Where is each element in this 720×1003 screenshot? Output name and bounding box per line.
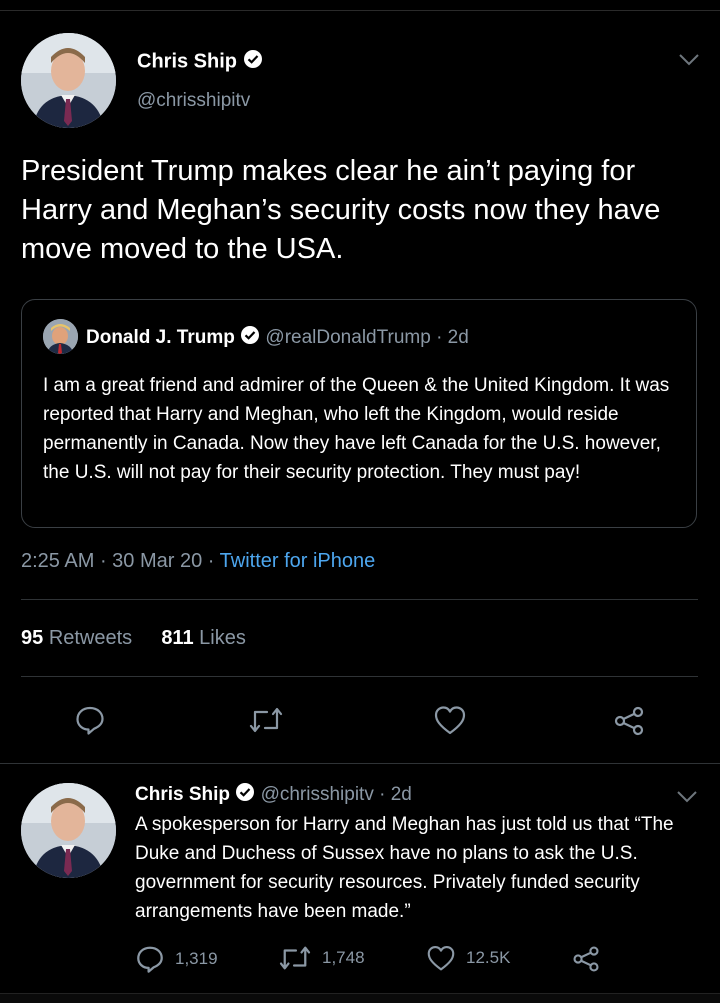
tweet-time: 2:25 AM xyxy=(21,550,95,572)
verified-badge-icon xyxy=(240,325,260,351)
reply-icon[interactable] xyxy=(74,704,106,741)
reply-icon xyxy=(137,946,163,973)
heart-icon xyxy=(427,946,455,971)
tweet-source-link[interactable]: Twitter for iPhone xyxy=(220,550,376,572)
author-name-text: Chris Ship xyxy=(137,50,238,73)
reply-retweets-count: 1,748 xyxy=(322,948,365,967)
author-avatar[interactable] xyxy=(21,33,116,128)
retweets-count: 95 xyxy=(21,627,44,649)
likes-stat[interactable]: 811 Likes xyxy=(161,627,246,649)
retweet-icon xyxy=(279,946,311,970)
reply-age: · 2d xyxy=(379,784,412,806)
likes-label: Likes xyxy=(199,627,246,649)
chevron-down-icon[interactable] xyxy=(676,790,698,809)
heart-icon[interactable] xyxy=(433,704,467,741)
likes-count: 811 xyxy=(161,627,194,649)
chevron-down-icon[interactable] xyxy=(678,53,700,72)
quoted-author-name: Donald J. Trump @realDonaldTrump · 2d xyxy=(86,325,469,351)
tweet-meta: 2:25 AM · 30 Mar 20 · Twitter for iPhone xyxy=(21,550,375,573)
quoted-author-avatar xyxy=(43,319,78,354)
reply-share-action[interactable] xyxy=(571,944,601,974)
tweet-text: President Trump makes clear he ain’t pay… xyxy=(21,155,661,265)
tweet-stats: 95 Retweets 811 Likes xyxy=(21,627,246,650)
quoted-author-name-text: Donald J. Trump xyxy=(86,327,235,349)
author-name[interactable]: Chris Ship xyxy=(137,49,263,75)
reply-replies-count: 1,319 xyxy=(175,949,218,968)
retweets-label: Retweets xyxy=(48,627,133,649)
reply-author-name[interactable]: Chris Ship xyxy=(135,784,230,805)
reply-likes-count: 12.5K xyxy=(466,948,511,967)
reply-author-avatar[interactable] xyxy=(21,783,116,878)
reply-header: Chris Ship @chrisshipitv · 2d xyxy=(135,782,412,808)
retweet-icon[interactable] xyxy=(248,705,284,740)
verified-badge-icon xyxy=(243,49,263,75)
author-handle[interactable]: @chrisshipitv xyxy=(137,90,250,112)
reply-author-handle[interactable]: @chrisshipitv xyxy=(261,784,374,805)
top-divider xyxy=(0,10,720,11)
quoted-tweet-age: · 2d xyxy=(436,327,469,349)
reply-text: A spokesperson for Harry and Meghan has … xyxy=(135,814,674,922)
tweet-date: · 30 Mar 20 · xyxy=(99,550,215,572)
share-icon[interactable] xyxy=(612,704,646,743)
reply-retweets-action[interactable]: 1,748 xyxy=(278,944,365,972)
retweets-stat[interactable]: 95 Retweets xyxy=(21,627,132,649)
share-icon xyxy=(573,946,599,972)
divider xyxy=(21,676,698,677)
verified-badge-icon xyxy=(235,782,255,808)
reply-replies-action[interactable]: 1,319 xyxy=(135,944,218,974)
divider xyxy=(21,599,698,600)
quoted-author-handle: @realDonaldTrump xyxy=(265,327,431,349)
reply-divider xyxy=(0,763,720,764)
reply-likes-action[interactable]: 12.5K xyxy=(426,944,510,972)
quoted-tweet-text: I am a great friend and admirer of the Q… xyxy=(43,375,670,483)
